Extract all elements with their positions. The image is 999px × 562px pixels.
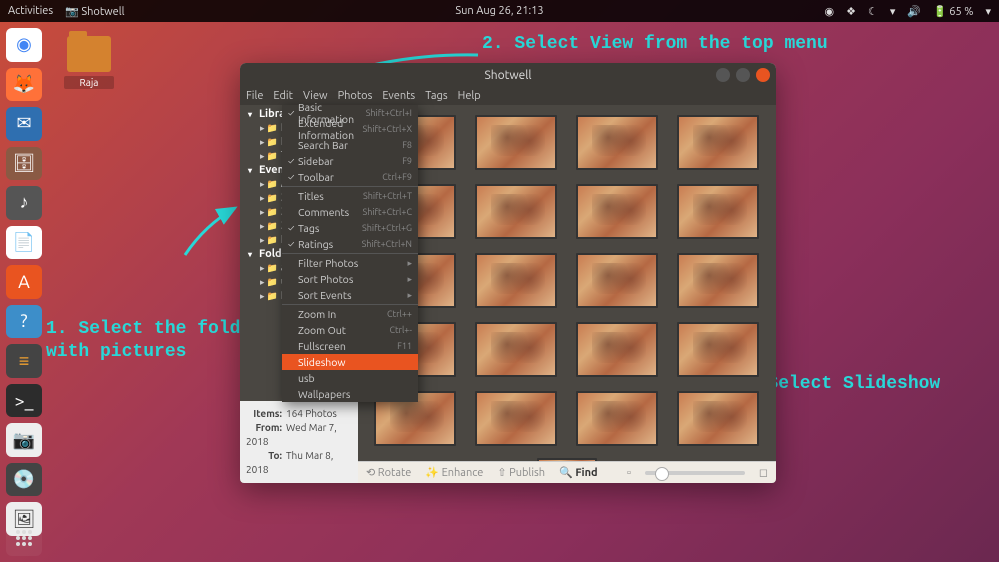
menu-item-sort-events[interactable]: Sort Events▸	[282, 287, 418, 303]
photo-thumbnail[interactable]	[475, 391, 557, 446]
photo-thumbnail[interactable]	[677, 253, 759, 308]
menu-tags[interactable]: Tags	[425, 90, 447, 102]
menu-item-sort-photos[interactable]: Sort Photos▸	[282, 271, 418, 287]
photo-thumbnail[interactable]	[677, 184, 759, 239]
photo-thumbnail[interactable]	[576, 322, 658, 377]
folder-icon	[67, 36, 111, 72]
publish-button[interactable]: ⇧ Publish	[497, 466, 545, 479]
find-button[interactable]: 🔍 Find	[559, 466, 598, 479]
close-button[interactable]	[756, 68, 770, 82]
photo-thumbnail[interactable]	[475, 184, 557, 239]
menu-item-slideshow[interactable]: Slideshow	[282, 354, 418, 370]
menu-item-comments[interactable]: CommentsShift+Ctrl+C	[282, 204, 418, 220]
show-apps-button[interactable]	[6, 520, 42, 556]
menu-item-wallpapers[interactable]: Wallpapers	[282, 386, 418, 402]
menu-file[interactable]: File	[246, 90, 263, 102]
menu-item-extended-information[interactable]: Extended InformationShift+Ctrl+X	[282, 121, 418, 137]
software-icon[interactable]: A	[6, 265, 42, 299]
maximize-button[interactable]	[736, 68, 750, 82]
menu-events[interactable]: Events	[382, 90, 415, 102]
menu-item-ratings[interactable]: ✓RatingsShift+Ctrl+N	[282, 236, 418, 252]
thumbnail-grid[interactable]	[358, 105, 776, 461]
bottom-toolbar: ⟲ Rotate ✨ Enhance ⇧ Publish 🔍 Find ▫ ◻	[358, 461, 776, 483]
chrome-indicator-icon[interactable]: ◉	[824, 5, 834, 18]
photo-thumbnail[interactable]	[576, 253, 658, 308]
menu-item-search-bar[interactable]: Search BarF8	[282, 137, 418, 153]
window-title: Shotwell	[484, 69, 531, 82]
zoom-slider[interactable]	[645, 471, 745, 475]
menu-item-toolbar[interactable]: ✓ToolbarCtrl+F9	[282, 169, 418, 185]
photo-thumbnail[interactable]	[576, 115, 658, 170]
content-area: ⟲ Rotate ✨ Enhance ⇧ Publish 🔍 Find ▫ ◻	[358, 105, 776, 483]
activities-button[interactable]: Activities	[8, 5, 53, 17]
photo-thumbnail[interactable]	[475, 322, 557, 377]
files-icon[interactable]: 🗄	[6, 147, 42, 181]
desktop-folder[interactable]: Raja	[64, 36, 114, 89]
disk-icon[interactable]: 💿	[6, 463, 42, 497]
terminal-icon[interactable]: >_	[6, 384, 42, 418]
photo-thumbnail[interactable]	[537, 458, 597, 461]
sidebar-info: Items:164 Photos From:Wed Mar 7, 2018 To…	[240, 401, 358, 483]
photo-thumbnail[interactable]	[475, 115, 557, 170]
annotation-2: 2. Select View from the top menu	[482, 33, 828, 56]
sublime-icon[interactable]: ≡	[6, 344, 42, 378]
rotate-button[interactable]: ⟲ Rotate	[366, 466, 411, 479]
view-menu-dropdown: ✓Basic InformationShift+Ctrl+IExtended I…	[282, 105, 418, 402]
menu-item-sidebar[interactable]: ✓SidebarF9	[282, 153, 418, 169]
dock: ◉🦊✉🗄♪📄A?≡>_📷💿🖼	[0, 22, 48, 542]
help-icon[interactable]: ?	[6, 305, 42, 339]
photo-thumbnail[interactable]	[576, 184, 658, 239]
photo-thumbnail[interactable]	[475, 253, 557, 308]
thunderbird-icon[interactable]: ✉	[6, 107, 42, 141]
firefox-icon[interactable]: 🦊	[6, 68, 42, 102]
menu-item-usb[interactable]: usb	[282, 370, 418, 386]
minimize-button[interactable]	[716, 68, 730, 82]
photo-thumbnail[interactable]	[677, 322, 759, 377]
clock[interactable]: Sun Aug 26, 21:13	[455, 5, 543, 17]
menu-item-tags[interactable]: ✓TagsShift+Ctrl+G	[282, 220, 418, 236]
night-icon[interactable]: ☾	[868, 5, 878, 18]
rhythmbox-icon[interactable]: ♪	[6, 186, 42, 220]
volume-icon[interactable]: 🔊	[907, 5, 921, 18]
menu-item-fullscreen[interactable]: FullscreenF11	[282, 338, 418, 354]
photo-thumbnail[interactable]	[576, 391, 658, 446]
photo-thumbnail[interactable]	[677, 115, 759, 170]
zoom-in-icon[interactable]: ◻	[759, 466, 768, 479]
cheese-icon[interactable]: 📷	[6, 423, 42, 457]
writer-icon[interactable]: 📄	[6, 226, 42, 260]
menu-item-zoom-in[interactable]: Zoom InCtrl++	[282, 306, 418, 322]
dropbox-icon[interactable]: ❖	[846, 5, 856, 18]
chrome-icon[interactable]: ◉	[6, 28, 42, 62]
enhance-button[interactable]: ✨ Enhance	[425, 466, 483, 479]
menu-item-zoom-out[interactable]: Zoom OutCtrl+-	[282, 322, 418, 338]
battery-icon[interactable]: 🔋 65 %	[933, 5, 973, 18]
network-icon[interactable]: ▾	[890, 5, 896, 18]
app-menu[interactable]: 📷 Shotwell	[65, 5, 124, 18]
annotation-1: 1. Select the folder with pictures	[46, 318, 262, 365]
menu-edit[interactable]: Edit	[273, 90, 293, 102]
photo-thumbnail[interactable]	[677, 391, 759, 446]
titlebar[interactable]: Shotwell	[240, 63, 776, 87]
menu-item-filter-photos[interactable]: Filter Photos▸	[282, 255, 418, 271]
menu-help[interactable]: Help	[458, 90, 481, 102]
power-icon[interactable]: ▾	[985, 5, 991, 18]
top-panel: Activities 📷 Shotwell Sun Aug 26, 21:13 …	[0, 0, 999, 22]
zoom-out-icon[interactable]: ▫	[627, 467, 631, 479]
menu-item-titles[interactable]: TitlesShift+Ctrl+T	[282, 188, 418, 204]
folder-label: Raja	[64, 76, 114, 89]
